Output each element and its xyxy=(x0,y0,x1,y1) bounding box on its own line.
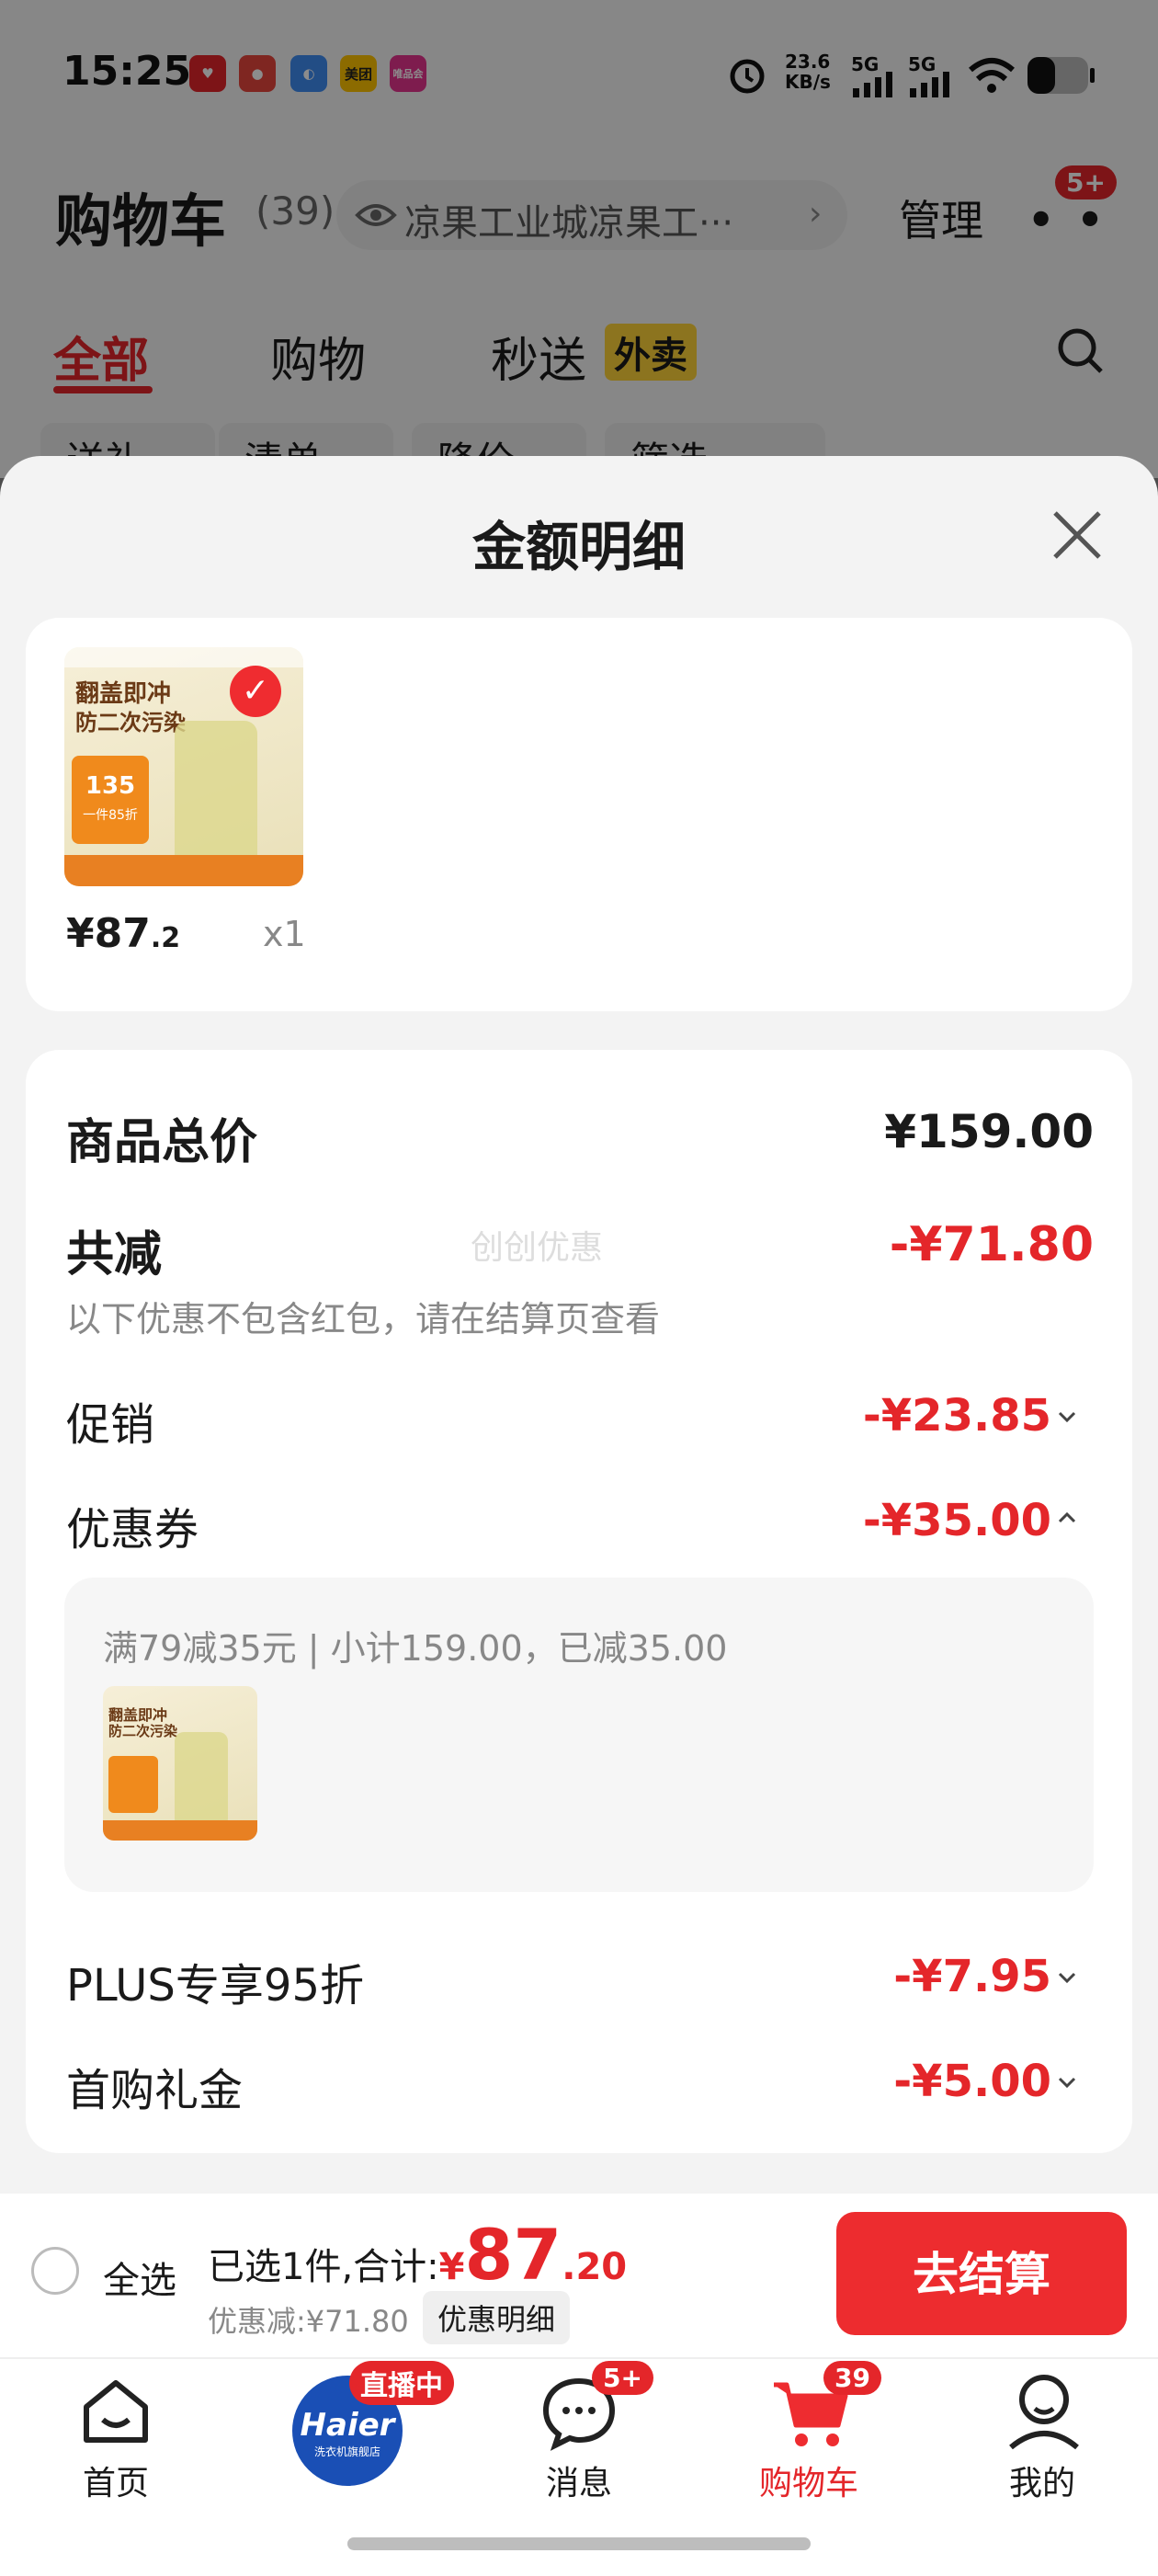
total-value: ¥159.00 xyxy=(884,1105,1094,1158)
select-all-label[interactable]: 全选 xyxy=(103,2251,176,2304)
haier-store-text: 洗衣机旗舰店 xyxy=(313,2445,380,2458)
reduce-label: 共减 xyxy=(66,1227,163,1282)
thumb-footer xyxy=(64,855,303,886)
plus-discount-value[interactable]: -¥7.95 xyxy=(893,1951,1051,2002)
coupon-thumb-tag xyxy=(108,1756,158,1813)
coupon-value[interactable]: -¥35.00 xyxy=(863,1495,1051,1546)
bottle-image xyxy=(175,721,257,868)
nav-message-label[interactable]: 消息 xyxy=(505,2456,653,2504)
coupon-detail-text: 满79减35元 | 小计159.00，已减35.00 xyxy=(103,1628,728,1669)
coupon-label: 优惠券 xyxy=(66,1504,199,1556)
promo-label: 促销 xyxy=(66,1399,155,1451)
haier-logo-text: Haier xyxy=(300,2407,395,2444)
thumb-promo: 一件85折 xyxy=(83,808,138,823)
promo-value[interactable]: -¥23.85 xyxy=(863,1390,1051,1442)
product-price-dec: .2 xyxy=(150,922,181,954)
live-badge: 直播中 xyxy=(349,2361,454,2405)
first-gift-label: 首购礼金 xyxy=(66,2065,244,2116)
home-icon[interactable] xyxy=(79,2374,153,2447)
close-icon[interactable] xyxy=(1048,506,1107,564)
chevron-up-icon[interactable] xyxy=(1057,1508,1077,1528)
nav-cart-label[interactable]: 购物车 xyxy=(735,2456,882,2504)
selected-count-text: 已选1件,合计: xyxy=(208,2246,439,2288)
sheet-title: 金额明细 xyxy=(471,516,686,578)
coupon-thumb-subheadline: 防二次污染 xyxy=(108,1723,178,1739)
thumb-subheadline: 防二次污染 xyxy=(75,710,186,735)
nav-home-label[interactable]: 首页 xyxy=(42,2456,189,2504)
watermark-text: 创创优惠 xyxy=(471,1229,604,1267)
chevron-down-icon-gift[interactable] xyxy=(1057,2072,1077,2092)
cart-badge: 39 xyxy=(823,2361,881,2395)
total-label: 商品总价 xyxy=(66,1115,258,1170)
first-gift-value[interactable]: -¥5.00 xyxy=(893,2056,1051,2107)
checkout-button[interactable]: 去结算 xyxy=(836,2212,1127,2335)
checkout-total-int: 87 xyxy=(464,2214,562,2296)
chevron-down-icon[interactable] xyxy=(1057,1407,1077,1427)
discount-note: 以下优惠不包含红包，请在结算页查看 xyxy=(66,1299,661,1339)
selected-check-icon[interactable]: ✓ xyxy=(230,666,281,717)
chevron-down-icon-plus[interactable] xyxy=(1057,1967,1077,1988)
thumb-price: 135 xyxy=(85,772,136,800)
nav-me-label[interactable]: 我的 xyxy=(969,2456,1116,2504)
reduce-value: -¥71.80 xyxy=(889,1217,1094,1272)
coupon-bottle-image xyxy=(175,1732,228,1828)
checkout-discount-text: 优惠减:¥71.80 xyxy=(208,2304,409,2339)
plus-discount-label: PLUS专享95折 xyxy=(66,1960,364,2012)
checkout-summary: 已选1件,合计:¥87.20 xyxy=(208,2214,627,2296)
profile-icon[interactable] xyxy=(1004,2370,1084,2451)
product-price: ¥87.2 xyxy=(66,910,180,957)
product-quantity: x1 xyxy=(263,914,306,954)
total-currency: ¥ xyxy=(438,2246,465,2288)
checkout-total-dec: .20 xyxy=(562,2246,628,2288)
thumb-price-tag: 135 一件85折 xyxy=(72,756,149,844)
message-badge: 5+ xyxy=(592,2361,653,2395)
product-price-int: ¥87 xyxy=(66,910,151,957)
coupon-thumb-footer xyxy=(103,1820,257,1841)
discount-detail-button[interactable]: 优惠明细 xyxy=(423,2291,571,2344)
home-indicator[interactable] xyxy=(347,2537,811,2550)
coupon-product-thumbnail: 翻盖即冲 防二次污染 xyxy=(103,1686,257,1841)
select-all-checkbox[interactable] xyxy=(31,2247,79,2295)
